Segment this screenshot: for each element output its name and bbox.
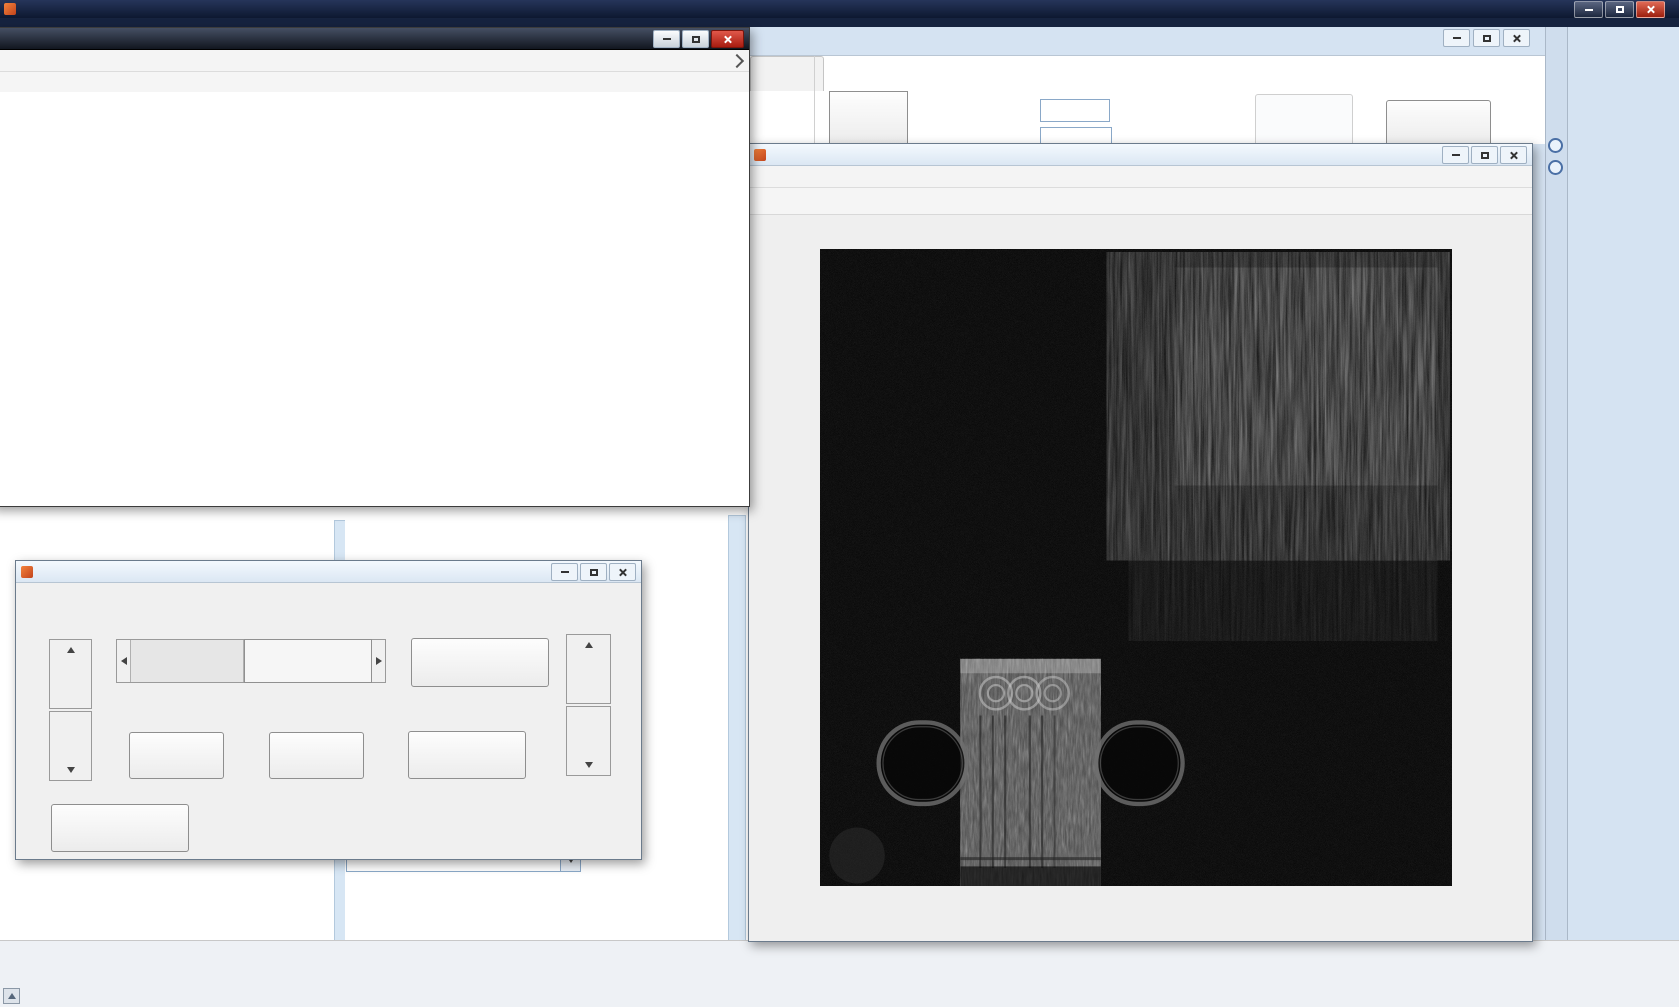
auto-linescan-button[interactable] — [51, 804, 189, 852]
main-window-titlebar[interactable] — [0, 0, 1679, 18]
bild-minimize-button[interactable] — [1442, 146, 1469, 164]
left-capsule — [879, 722, 967, 803]
figure-doc-icon — [754, 149, 766, 161]
interval-limit-2-button[interactable] — [269, 732, 364, 779]
panel-divider — [814, 56, 815, 144]
bild-figure-canvas — [749, 215, 1530, 941]
shorten-slider-down[interactable] — [566, 706, 611, 776]
interference-texture-block — [1175, 268, 1437, 486]
slider-track[interactable] — [130, 640, 244, 682]
figure2-minimize-button[interactable] — [653, 30, 680, 48]
slider-close-button[interactable] — [609, 563, 636, 581]
figure2-close-button[interactable] — [711, 30, 744, 48]
matlab-logo-icon — [4, 3, 16, 15]
figure2-titlebar[interactable] — [0, 28, 749, 50]
slider-body — [16, 583, 639, 857]
bg-restore-button[interactable] — [1473, 29, 1500, 47]
panel-tab[interactable] — [750, 56, 824, 91]
scale-button[interactable] — [829, 91, 908, 146]
bild-close-button[interactable] — [1500, 146, 1527, 164]
magnifier-icon[interactable] — [1548, 160, 1563, 175]
panel-splitter[interactable] — [728, 515, 746, 942]
bright-blob — [829, 828, 885, 884]
matlab-doc-icon — [21, 566, 33, 578]
status-tray-icon[interactable] — [3, 988, 20, 1004]
main-close-button[interactable] — [1636, 1, 1665, 18]
figure2-maximize-button[interactable] — [682, 30, 709, 48]
bild-window — [748, 143, 1533, 942]
bild-toolbar — [749, 188, 1532, 215]
main-minimize-button[interactable] — [1574, 1, 1603, 18]
slider-titlebar[interactable] — [16, 561, 641, 583]
shorten-slider-up[interactable] — [566, 634, 611, 704]
slider-left-arrow[interactable] — [117, 640, 130, 682]
slider-restore-button[interactable] — [580, 563, 607, 581]
y-slider-down[interactable] — [49, 711, 92, 781]
x-move-slider[interactable] — [116, 639, 386, 683]
y-slider-up[interactable] — [49, 639, 92, 709]
main-maximize-button[interactable] — [1605, 1, 1634, 18]
save-values-button[interactable] — [411, 638, 549, 687]
window-frame-strip — [0, 18, 1679, 27]
unwrap-pike-button[interactable] — [1255, 94, 1353, 146]
chip-structure — [960, 659, 1100, 886]
slider-window — [15, 560, 642, 860]
menu-overflow-icon[interactable] — [730, 54, 744, 68]
bild-menubar — [749, 166, 1532, 188]
ref-shift-input[interactable] — [1040, 99, 1110, 122]
calc-mean-button[interactable] — [408, 731, 526, 779]
right-capsule — [1096, 722, 1182, 803]
bild-titlebar[interactable] — [749, 144, 1532, 166]
status-strip — [0, 940, 1679, 1007]
bild-restore-button[interactable] — [1471, 146, 1498, 164]
settings-button[interactable] — [1386, 100, 1491, 146]
figure2-window — [0, 27, 750, 507]
docked-window-controls — [1443, 29, 1530, 47]
interference-texture-faint — [1129, 560, 1438, 641]
interval-limit-1-button[interactable] — [129, 732, 224, 779]
magnifier-icon[interactable] — [1548, 138, 1563, 153]
slider-minimize-button[interactable] — [551, 563, 578, 581]
slider-right-arrow[interactable] — [372, 640, 385, 682]
bild-hologram-image[interactable] — [820, 249, 1452, 886]
slider-thumb[interactable] — [244, 639, 372, 683]
figure2-plot-area[interactable] — [0, 92, 749, 506]
figure2-menubar — [0, 50, 749, 72]
bg-close-button[interactable] — [1503, 29, 1530, 47]
matlab-desktop — [0, 0, 1679, 1007]
gui-background-panel — [748, 55, 1545, 144]
bg-minimize-button[interactable] — [1443, 29, 1470, 47]
